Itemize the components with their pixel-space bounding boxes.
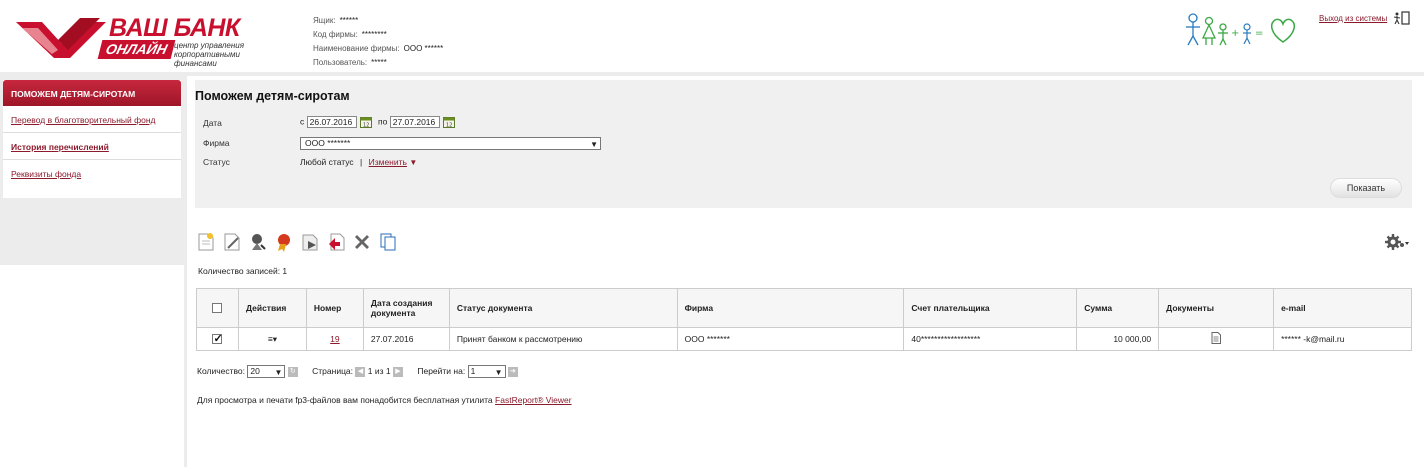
row-email: ****** -k@mail.ru bbox=[1273, 327, 1412, 351]
sidebar-item-label[interactable]: Перевод в благотворительный фонд bbox=[11, 115, 156, 125]
col-amount[interactable]: Сумма bbox=[1076, 288, 1160, 328]
page-indicator: 1 из 1 bbox=[367, 365, 391, 376]
sidebar: ПОМОЖЕМ ДЕТЯМ-СИРОТАМ Перевод в благотво… bbox=[3, 80, 181, 198]
status-value: Любой статус bbox=[300, 157, 354, 167]
svg-text:=: = bbox=[1255, 28, 1263, 39]
sidebar-item-transfer[interactable]: Перевод в благотворительный фонд bbox=[3, 106, 181, 133]
gear-icon[interactable] bbox=[1384, 233, 1410, 251]
bank-online-label: ОНЛАЙН bbox=[97, 40, 176, 59]
refresh-icon[interactable]: ↻ bbox=[287, 366, 298, 377]
col-created[interactable]: Дата создания документа bbox=[362, 288, 450, 328]
sign-icon[interactable] bbox=[248, 232, 268, 252]
row-documents bbox=[1158, 327, 1275, 351]
sidebar-title: ПОМОЖЕМ ДЕТЯМ-СИРОТАМ bbox=[3, 80, 181, 106]
date-range: с 26.07.2016 12 по 27.07.2016 12 bbox=[300, 116, 459, 128]
main-panel: Поможем детям-сиротам Дата с 26.07.2016 1… bbox=[187, 76, 1424, 467]
select-all-cell bbox=[196, 288, 239, 328]
status-label: Статус bbox=[203, 157, 230, 167]
info-firm-name: Наименование фирмы: ООО ****** bbox=[313, 44, 444, 53]
sidebar-item-history[interactable]: История перечислений bbox=[3, 133, 181, 160]
new-document-icon[interactable] bbox=[196, 232, 216, 252]
footer-note: Для просмотра и печати fp3-файлов вам по… bbox=[197, 395, 572, 405]
svg-text:12: 12 bbox=[363, 123, 369, 129]
sidebar-filler bbox=[0, 265, 184, 467]
filter-panel: Поможем детям-сиротам Дата с 26.07.2016 1… bbox=[195, 80, 1412, 208]
calendar-icon[interactable]: 12 bbox=[442, 116, 455, 129]
date-label: Дата bbox=[203, 118, 222, 128]
sidebar-item-requisites[interactable]: Реквизиты фонда bbox=[3, 160, 181, 187]
goto-page-select[interactable]: 1 ▼ bbox=[467, 365, 506, 378]
info-firm-code: Код фирмы: ******** bbox=[313, 30, 387, 39]
send-icon[interactable] bbox=[300, 232, 320, 252]
row-actions-menu[interactable]: ≡▾ bbox=[237, 327, 307, 351]
pager: Количество: 20 ▼ ↻ Страница: ◀ 1 из 1 ▶ П… bbox=[197, 365, 518, 378]
prev-page-icon[interactable]: ◀ bbox=[355, 366, 366, 377]
show-button[interactable]: Показать bbox=[1330, 178, 1402, 198]
col-email[interactable]: e-mail bbox=[1273, 288, 1412, 328]
certificate-icon[interactable] bbox=[274, 232, 294, 252]
account-info: Ящик: ****** Код фирмы: ******** Наименова… bbox=[313, 14, 443, 70]
col-number[interactable]: Номер bbox=[305, 288, 364, 328]
page-title: Поможем детям-сиротам bbox=[195, 89, 350, 103]
row-amount: 10 000,00 bbox=[1076, 327, 1160, 351]
col-account[interactable]: Счет плательщика bbox=[903, 288, 1078, 328]
date-to-input[interactable]: 27.07.2016 bbox=[389, 116, 440, 128]
bank-logo[interactable]: ВАШ БАНК ОНЛАЙН центр управления корпора… bbox=[14, 14, 254, 68]
records-count: Количество записей: 1 bbox=[198, 266, 288, 276]
copy-icon[interactable] bbox=[378, 232, 398, 252]
row-select-cell bbox=[196, 327, 239, 351]
row-firm: ООО ******* bbox=[676, 327, 905, 351]
bank-logo-mark-icon bbox=[16, 18, 106, 58]
col-status[interactable]: Статус документа bbox=[448, 288, 678, 328]
row-status: Принят банком к рассмотрению bbox=[448, 327, 678, 351]
edit-document-icon[interactable] bbox=[222, 232, 242, 252]
go-arrow-icon[interactable]: ➜ bbox=[507, 366, 518, 377]
calendar-icon[interactable]: 12 bbox=[359, 116, 372, 129]
header: ВАШ БАНК ОНЛАЙН центр управления корпора… bbox=[0, 0, 1424, 72]
children-charity-logo: + = bbox=[1186, 13, 1296, 46]
status-filter: Любой статус | Изменить ▼ bbox=[300, 157, 418, 167]
chevron-down-icon: ▼ bbox=[494, 368, 503, 377]
bank-name: ВАШ БАНК bbox=[109, 14, 240, 42]
status-change-link[interactable]: Изменить bbox=[369, 157, 407, 167]
svg-text:12: 12 bbox=[446, 123, 452, 129]
svg-text:+: + bbox=[1231, 28, 1239, 39]
page-size-select[interactable]: 20 ▼ bbox=[247, 365, 286, 378]
firm-select[interactable]: ООО ******* ▼ bbox=[300, 137, 601, 150]
chevron-down-icon: ▼ bbox=[274, 368, 283, 377]
document-icon[interactable] bbox=[1211, 332, 1222, 344]
sidebar-item-label[interactable]: История перечислений bbox=[11, 142, 109, 152]
next-page-icon[interactable]: ▶ bbox=[392, 366, 403, 377]
table-header-row: Действия Номер Дата создания документа С… bbox=[196, 288, 1412, 328]
exit-door-icon[interactable] bbox=[1393, 11, 1411, 25]
delete-icon[interactable] bbox=[352, 232, 372, 252]
row-account: 40****************** bbox=[903, 327, 1078, 351]
import-icon[interactable] bbox=[326, 232, 346, 252]
sidebar-item-label[interactable]: Реквизиты фонда bbox=[11, 169, 81, 179]
info-mailbox: Ящик: ****** bbox=[313, 16, 359, 25]
history-table: Действия Номер Дата создания документа С… bbox=[196, 288, 1412, 351]
chevron-down-icon: ▼ bbox=[590, 140, 598, 149]
row-number-cell: 19 bbox=[305, 327, 364, 351]
table-row[interactable]: ≡▾ 19 27.07.2016 Принят банком к рассмот… bbox=[196, 327, 1412, 351]
fastreport-link[interactable]: FastReport® Viewer bbox=[495, 395, 572, 405]
firm-label: Фирма bbox=[203, 138, 230, 148]
bank-subtitle: центр управления корпоративными финансам… bbox=[174, 41, 244, 68]
col-documents[interactable]: Документы bbox=[1158, 288, 1275, 328]
row-number-link[interactable]: 19 bbox=[330, 334, 339, 344]
info-user: Пользователь: ***** bbox=[313, 58, 387, 67]
col-actions[interactable]: Действия bbox=[237, 288, 307, 328]
caret-down-icon: ▼ bbox=[409, 158, 418, 167]
date-from-input[interactable]: 26.07.2016 bbox=[306, 116, 357, 128]
row-created: 27.07.2016 bbox=[362, 327, 450, 351]
logout-link[interactable]: Выход из системы bbox=[1319, 14, 1387, 23]
select-all-checkbox[interactable] bbox=[212, 303, 223, 314]
col-firm[interactable]: Фирма bbox=[676, 288, 905, 328]
row-checkbox[interactable] bbox=[212, 332, 223, 345]
